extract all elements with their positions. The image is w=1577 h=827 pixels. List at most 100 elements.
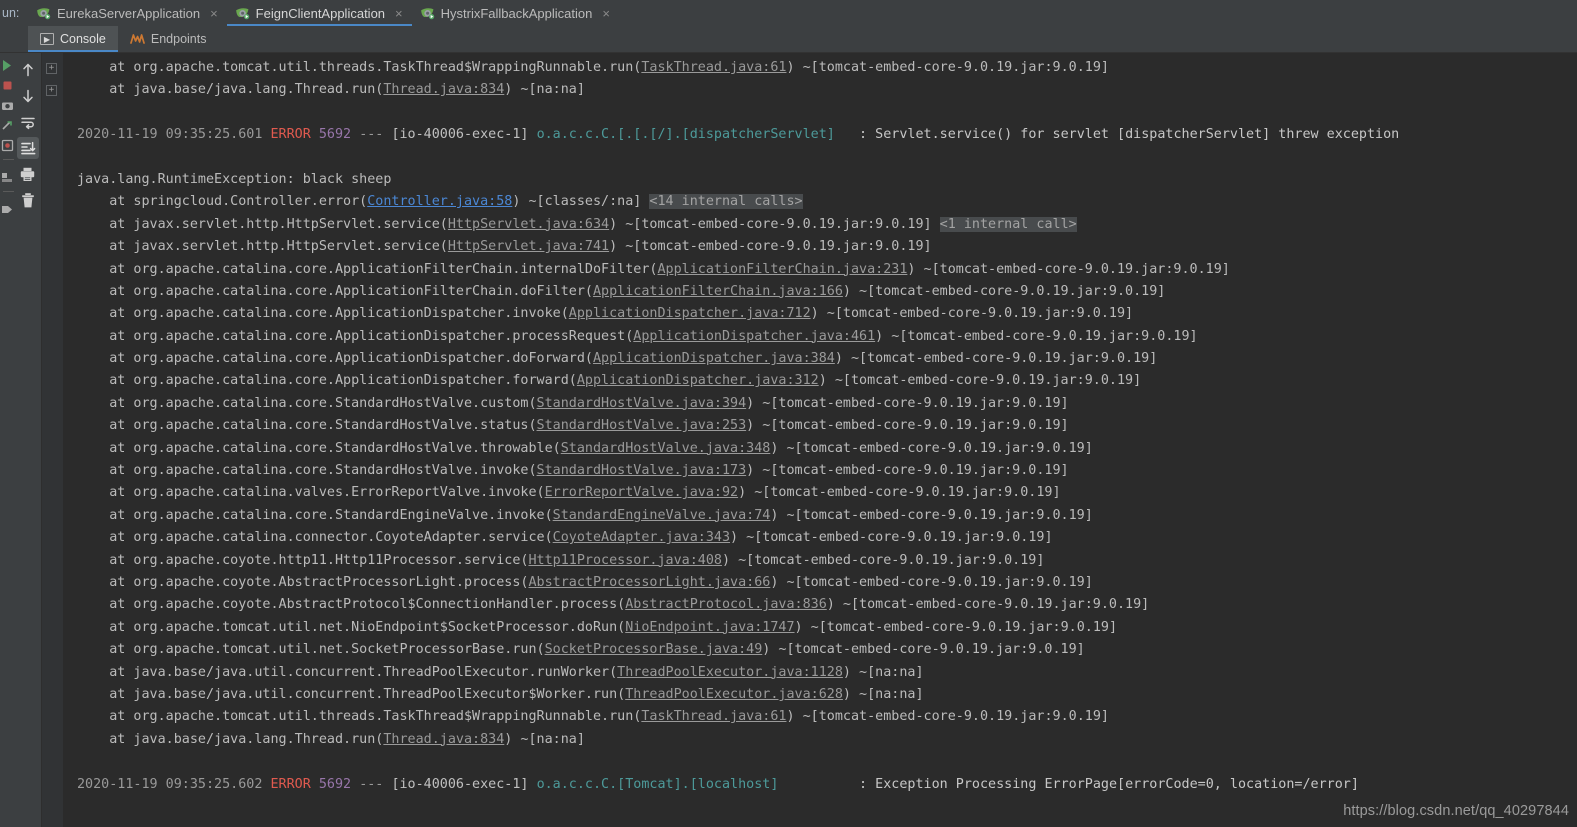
tab-endpoints[interactable]: Endpoints xyxy=(118,26,219,52)
console-stack-line: at org.apache.tomcat.util.threads.TaskTh… xyxy=(63,706,1577,728)
stack-frame-suffix: ) ~[tomcat-embed-core-9.0.19.jar:9.0.19] xyxy=(834,351,1158,367)
log-timestamp: 2020-11-19 09:35:25.602 xyxy=(77,776,263,792)
tab-console[interactable]: ▶ Console xyxy=(28,26,118,52)
console-stack-line: at org.apache.catalina.connector.CoyoteA… xyxy=(63,527,1577,549)
stack-source-link[interactable]: StandardHostValve.java:253 xyxy=(537,418,747,433)
stack-frame-suffix: ) ~[tomcat-embed-core-9.0.19.jar:9.0.19] xyxy=(609,216,932,232)
run-green-icon[interactable] xyxy=(1,57,14,71)
stack-source-link[interactable]: ApplicationDispatcher.java:312 xyxy=(577,373,819,388)
stack-frame-suffix: ) ~[tomcat-embed-core-9.0.19.jar:9.0.19] xyxy=(746,395,1069,411)
stack-frame-suffix: ) ~[tomcat-embed-core-9.0.19.jar:9.0.19] xyxy=(907,261,1230,277)
stack-source-link[interactable]: StandardEngineValve.java:74 xyxy=(553,508,771,523)
console-icon: ▶ xyxy=(40,33,54,45)
console-stack-line: at org.apache.tomcat.util.net.SocketProc… xyxy=(63,639,1577,661)
scroll-down-button[interactable] xyxy=(17,85,39,107)
scroll-to-end-button[interactable] xyxy=(16,137,39,159)
run-tab-eurekaserverapplication[interactable]: EurekaServerApplication × xyxy=(28,0,227,26)
stack-source-link[interactable]: ErrorReportValve.java:92 xyxy=(545,485,738,500)
run-tool-window-label: un: xyxy=(2,6,20,20)
pin-icon[interactable] xyxy=(1,201,14,214)
console-output-panel: + + at org.apache.tomcat.util.threads.Tas… xyxy=(42,53,1577,827)
console-exception-line: java.lang.RuntimeException: black sheep xyxy=(63,169,1577,191)
stop-red-icon[interactable] xyxy=(1,77,14,90)
console-log-line: 2020-11-19 09:35:25.601 ERROR 5692 --- [… xyxy=(63,124,1577,146)
run-tab-feignclientapplication[interactable]: FeignClientApplication × xyxy=(226,0,412,26)
console-toolbar xyxy=(14,53,42,827)
fold-expand-icon[interactable]: + xyxy=(46,85,57,96)
stack-source-link[interactable]: Thread.java:834 xyxy=(383,82,504,97)
stack-source-link[interactable]: ThreadPoolExecutor.java:1128 xyxy=(617,665,843,680)
stack-source-link[interactable]: Thread.java:834 xyxy=(383,732,504,747)
console-stack-line: at org.apache.catalina.core.StandardHost… xyxy=(63,415,1577,437)
log-separator: --- xyxy=(359,776,384,792)
stack-source-link[interactable]: StandardHostValve.java:394 xyxy=(537,396,747,411)
console-fold-gutter: + + xyxy=(42,53,63,827)
ide-run-tool-window: un: EurekaServerApplication × FeignClientA… xyxy=(0,0,1577,827)
toolbar-divider-2 xyxy=(3,191,14,192)
log-separator: --- xyxy=(359,127,384,143)
stack-source-link[interactable]: ThreadPoolExecutor.java:628 xyxy=(625,687,843,702)
internal-calls-badge[interactable]: <1 internal call> xyxy=(939,216,1077,232)
log-level: ERROR xyxy=(270,127,311,143)
stack-frame-suffix: ) ~[tomcat-embed-core-9.0.19.jar:9.0.19] xyxy=(786,60,1109,75)
endpoints-chart-icon xyxy=(130,32,145,46)
stack-source-link[interactable]: TaskThread.java:61 xyxy=(641,709,786,724)
log-timestamp: 2020-11-19 09:35:25.601 xyxy=(77,127,263,143)
fold-expand-icon[interactable]: + xyxy=(46,63,57,74)
print-button[interactable] xyxy=(17,163,39,185)
stack-frame-text: at org.apache.catalina.core.StandardHost… xyxy=(109,395,537,411)
stack-source-link[interactable]: CoyoteAdapter.java:343 xyxy=(553,530,730,545)
stack-source-link[interactable]: AbstractProtocol.java:836 xyxy=(625,597,827,612)
log-thread: [io-40006-exec-1] xyxy=(391,776,529,792)
stack-frame-suffix: ) ~[na:na] xyxy=(504,82,585,98)
console-log-line: 2020-11-19 09:35:25.602 ERROR 5692 --- [… xyxy=(63,774,1577,796)
thread-dump-icon[interactable] xyxy=(1,117,14,130)
stack-source-link[interactable]: AbstractProcessorLight.java:66 xyxy=(528,575,770,590)
close-icon[interactable]: × xyxy=(210,7,218,20)
log-pid: 5692 xyxy=(318,127,352,143)
stack-source-link[interactable]: Http11Processor.java:408 xyxy=(528,553,721,568)
run-tab-label: EurekaServerApplication xyxy=(57,5,201,21)
stack-frame-text: at org.apache.tomcat.util.threads.TaskTh… xyxy=(109,60,642,75)
stack-frame-suffix: ) ~[tomcat-embed-core-9.0.19.jar:9.0.19] xyxy=(738,485,1061,501)
stack-source-link[interactable]: HttpServlet.java:741 xyxy=(448,239,609,254)
stack-source-link[interactable]: SocketProcessorBase.java:49 xyxy=(545,642,763,657)
log-message: : Exception Processing ErrorPage[errorCo… xyxy=(859,776,1359,792)
stack-frame-suffix: ) ~[tomcat-embed-core-9.0.19.jar:9.0.19] xyxy=(770,507,1093,523)
log-logger: o.a.c.c.C.[Tomcat].[localhost] xyxy=(536,776,779,792)
stack-source-link[interactable]: StandardHostValve.java:173 xyxy=(537,463,747,478)
stack-source-link[interactable]: HttpServlet.java:634 xyxy=(448,217,609,232)
subbar-gutter xyxy=(0,26,28,52)
internal-calls-badge[interactable]: <14 internal calls> xyxy=(649,194,803,210)
console-stack-line: at javax.servlet.http.HttpServlet.servic… xyxy=(63,236,1577,258)
stack-source-link[interactable]: ApplicationDispatcher.java:461 xyxy=(633,329,875,344)
stack-frame-text: at javax.servlet.http.HttpServlet.servic… xyxy=(109,216,448,232)
scroll-up-button[interactable] xyxy=(17,59,39,81)
close-icon[interactable]: × xyxy=(602,7,610,20)
toolbar-divider xyxy=(3,159,14,160)
stack-source-link[interactable]: ApplicationFilterChain.java:231 xyxy=(657,262,907,277)
run-tab-hystrixfallbackapplication[interactable]: HystrixFallbackApplication × xyxy=(412,0,619,26)
soft-wrap-icon-button[interactable] xyxy=(17,111,39,133)
log-logger: o.a.c.c.C.[.[.[/].[dispatcherServlet] xyxy=(536,127,835,143)
stack-source-link[interactable]: TaskThread.java:61 xyxy=(641,60,786,75)
stack-source-link[interactable]: ApplicationDispatcher.java:712 xyxy=(569,306,811,321)
stack-frame-suffix: ) ~[tomcat-embed-core-9.0.19.jar:9.0.19] xyxy=(786,709,1109,725)
breakpoint-icon[interactable] xyxy=(1,137,14,152)
stack-frame-suffix: ) ~[na:na] xyxy=(842,686,924,702)
console-stack-line: at org.apache.tomcat.util.net.NioEndpoin… xyxy=(63,617,1577,639)
stack-source-link[interactable]: Controller.java:58 xyxy=(367,194,512,209)
stack-frame-suffix: ) ~[na:na] xyxy=(842,664,924,680)
stack-source-link[interactable]: NioEndpoint.java:1747 xyxy=(625,620,794,635)
console-stack-line: at org.apache.catalina.core.ApplicationD… xyxy=(63,348,1577,370)
close-icon[interactable]: × xyxy=(395,7,403,20)
stack-source-link[interactable]: ApplicationFilterChain.java:166 xyxy=(593,284,843,299)
stack-frame-text: at org.apache.catalina.core.StandardHost… xyxy=(109,418,537,434)
camera-icon[interactable] xyxy=(1,97,14,110)
stack-source-link[interactable]: StandardHostValve.java:348 xyxy=(561,441,771,456)
layout-icon[interactable] xyxy=(1,169,14,182)
clear-all-trash-button[interactable] xyxy=(17,189,39,211)
console-text[interactable]: at org.apache.tomcat.util.threads.TaskTh… xyxy=(63,53,1577,827)
stack-source-link[interactable]: ApplicationDispatcher.java:384 xyxy=(593,351,835,366)
